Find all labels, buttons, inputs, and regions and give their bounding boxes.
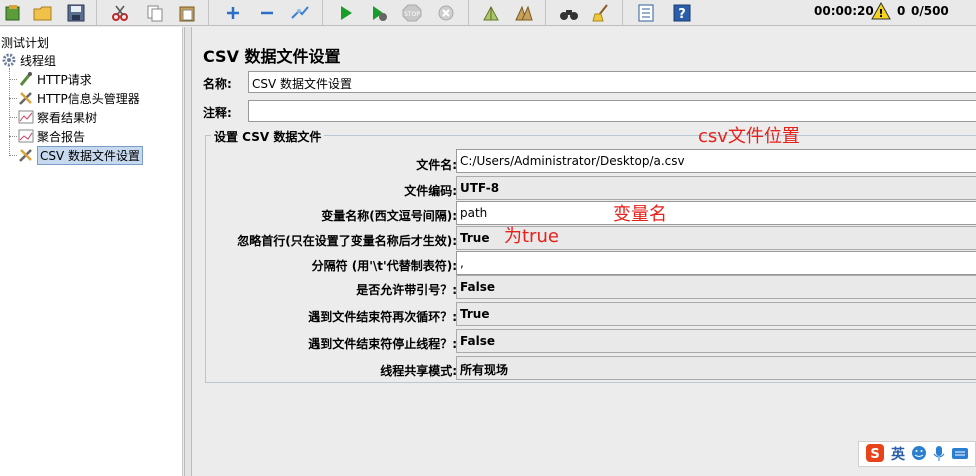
ime-lang[interactable]: 英	[891, 444, 905, 464]
svg-text:!: !	[878, 7, 883, 20]
expand-plus-icon[interactable]	[220, 0, 246, 25]
csv-settings-panel: CSV 数据文件设置 名称: CSV 数据文件设置 注释: 设置 CSV 数据文…	[193, 27, 976, 476]
keyboard-icon[interactable]	[951, 446, 969, 463]
annotation-var-name: 变量名	[613, 204, 667, 225]
search-binoculars-icon[interactable]	[556, 0, 582, 25]
warning-count: 0	[897, 4, 906, 18]
tree-thread-group-label: 线程组	[20, 53, 57, 68]
sharing-mode-select[interactable]: 所有现场	[456, 356, 976, 380]
help-icon[interactable]: ?	[669, 0, 695, 25]
tree-thread-group[interactable]: 线程组	[1, 51, 56, 69]
encoding-label: 文件编码:	[404, 184, 457, 198]
filename-input[interactable]: C:/Users/Administrator/Desktop/a.csv	[456, 149, 976, 173]
tree-item-label: HTTP信息头管理器	[37, 91, 140, 106]
tree-root-test-plan[interactable]: 测试计划	[1, 33, 49, 51]
encoding-select[interactable]: UTF-8	[456, 176, 976, 200]
open-folder-icon[interactable]	[30, 0, 56, 25]
toggle-icon[interactable]	[287, 0, 313, 25]
sharing-mode-label: 线程共享模式:	[380, 364, 457, 378]
delimiter-input[interactable]: ,	[456, 251, 976, 275]
clear-all-icon[interactable]	[511, 0, 537, 25]
tree-item-csv-data-set[interactable]: CSV 数据文件设置	[18, 145, 144, 165]
filename-label: 文件名:	[416, 158, 457, 172]
cut-icon[interactable]	[107, 0, 133, 25]
tree-item-aggregate-report[interactable]: 聚合报告	[18, 127, 85, 145]
copy-icon[interactable]	[142, 0, 168, 25]
stop-thread-eof-select[interactable]: False	[456, 329, 976, 353]
function-list-icon[interactable]	[633, 0, 659, 25]
microphone-icon[interactable]	[933, 445, 945, 464]
toolbar: STOP ? 00:00:20 ! 0 0/500	[0, 0, 976, 26]
graph-icon	[18, 109, 34, 125]
page-title: CSV 数据文件设置	[203, 47, 341, 66]
ime-toolbar: S 英	[858, 441, 976, 467]
pipette-icon	[18, 71, 34, 87]
start-icon[interactable]	[333, 0, 359, 25]
collapse-minus-icon[interactable]	[254, 0, 280, 25]
group-title: 设置 CSV 数据文件	[211, 128, 325, 145]
tree-item-label: 察看结果树	[37, 110, 98, 125]
tree-item-label: 聚合报告	[37, 129, 86, 144]
allow-quoted-label: 是否允许带引号？:	[356, 283, 457, 297]
name-input[interactable]: CSV 数据文件设置	[248, 71, 976, 93]
clear-icon[interactable]	[478, 0, 504, 25]
tree-item-label: CSV 数据文件设置	[37, 145, 144, 165]
varnames-label: 变量名称(西文逗号间隔):	[321, 209, 457, 223]
name-label: 名称:	[203, 77, 232, 91]
allow-quoted-select[interactable]: False	[456, 275, 976, 299]
annotation-csv-location: csv文件位置	[698, 126, 800, 147]
emoji-icon[interactable]	[911, 445, 927, 464]
ignore-first-line-label: 忽略首行(只在设置了变量名称后才生效):	[237, 234, 457, 248]
shutdown-icon[interactable]	[433, 0, 459, 25]
templates-icon[interactable]	[0, 0, 26, 25]
comment-input[interactable]	[248, 100, 976, 122]
paste-icon[interactable]	[174, 0, 200, 25]
gear-icon	[1, 52, 17, 68]
sogou-logo-icon[interactable]: S	[865, 443, 885, 466]
wrench-icon	[18, 90, 34, 106]
elapsed-time: 00:00:20	[814, 4, 874, 18]
tree-item-label: HTTP请求	[37, 72, 92, 87]
tree-item-header-manager[interactable]: HTTP信息头管理器	[18, 89, 140, 107]
start-no-pause-icon[interactable]	[366, 0, 392, 25]
report-icon	[18, 128, 34, 144]
svg-text:STOP: STOP	[404, 11, 420, 18]
test-plan-tree: 测试计划 线程组 HTTP请求 HTTP信息头管理器 察看结果树 聚合报告 CS…	[0, 27, 183, 476]
wrench-icon	[18, 147, 34, 163]
tree-root-label: 测试计划	[1, 35, 50, 50]
comment-label: 注释:	[203, 106, 232, 120]
tree-item-results-tree[interactable]: 察看结果树	[18, 108, 97, 126]
svg-text:?: ?	[678, 7, 686, 22]
delimiter-label: 分隔符 (用'\t'代替制表符):	[311, 259, 457, 273]
recycle-eof-select[interactable]: True	[456, 302, 976, 326]
splitter-handle[interactable]	[184, 27, 192, 476]
recycle-eof-label: 遇到文件结束符再次循环？:	[308, 310, 457, 324]
save-icon[interactable]	[63, 0, 89, 25]
stop-thread-eof-label: 遇到文件结束符停止线程？:	[308, 337, 457, 351]
tree-item-http-request[interactable]: HTTP请求	[18, 70, 92, 88]
thread-count: 0/500	[911, 4, 949, 18]
csv-settings-group: 设置 CSV 数据文件 文件名: C:/Users/Administrator/…	[205, 128, 976, 383]
stop-icon[interactable]: STOP	[399, 0, 425, 25]
svg-text:S: S	[870, 447, 879, 462]
reset-search-broom-icon[interactable]	[589, 0, 615, 25]
warning-icon[interactable]: !	[871, 1, 891, 23]
annotation-set-true: 为true	[504, 226, 559, 247]
